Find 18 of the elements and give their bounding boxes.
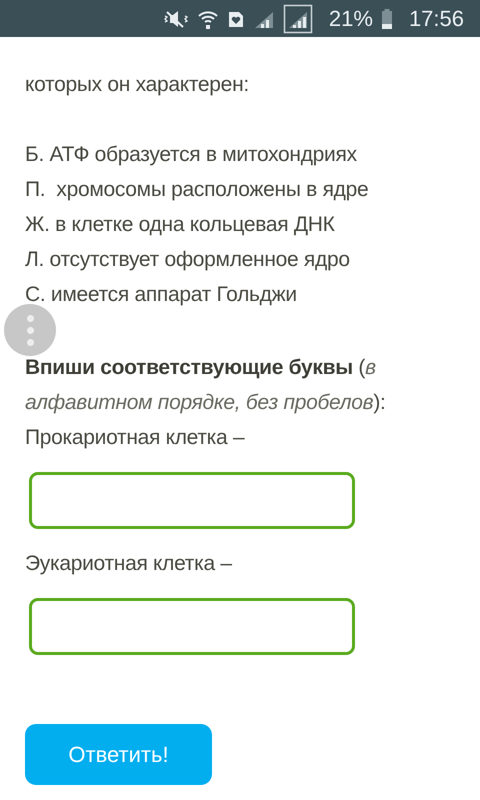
answer-option: С. имеется аппарат Гольджи <box>25 277 368 312</box>
field-label: Прокариотная клетка – <box>25 425 244 451</box>
input-field[interactable] <box>29 598 355 655</box>
input-field[interactable] <box>29 472 355 529</box>
question-text: которых он характерен: <box>25 72 249 98</box>
battery-icon <box>380 8 393 30</box>
more-options-icon[interactable] <box>4 304 56 356</box>
mute-icon <box>162 8 189 28</box>
clock-time: 17:56 <box>408 6 464 32</box>
answer-option: Л. отсутствует оформленное ядро <box>25 242 368 277</box>
instruction-text: Впиши соответствующие буквы (в алфавитном порядке, без пробелов): <box>25 355 387 416</box>
answer-option: П. хромосомы расположены в ядре <box>25 172 368 207</box>
battery-percentage: 21% <box>328 6 373 32</box>
submit-button[interactable]: Ответить! <box>25 724 212 785</box>
answer-option: Ж. в клетке одна кольцевая ДНК <box>25 207 368 242</box>
field-label: Эукариотная клетка – <box>25 551 232 577</box>
answer-option: Б. АТФ образуется в митохондриях <box>25 137 368 172</box>
signal-icon <box>282 4 313 34</box>
